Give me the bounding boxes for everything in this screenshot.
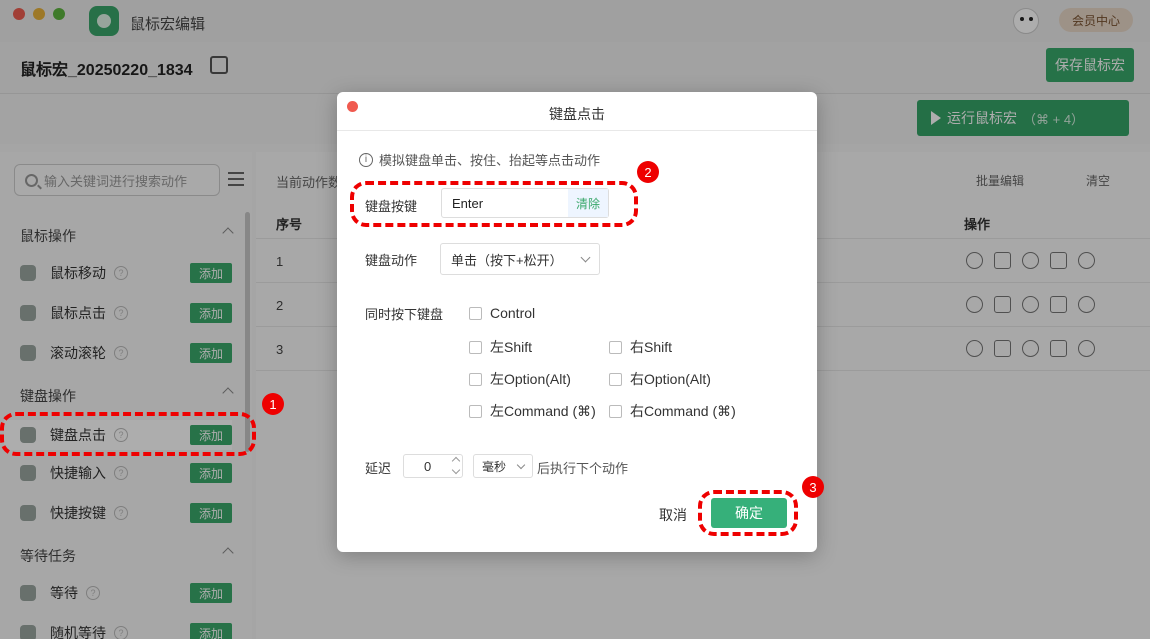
checkbox-box[interactable]: [469, 372, 482, 386]
action-select[interactable]: 单击（按下+松开）: [440, 243, 600, 275]
annotation-badge-3: 3: [802, 476, 824, 498]
checkbox-control[interactable]: Control: [469, 305, 535, 321]
chevron-down-icon: [516, 460, 526, 470]
checkbox-box[interactable]: [469, 340, 482, 354]
annotation-highlight-2: [350, 181, 638, 227]
cancel-button[interactable]: 取消: [659, 505, 687, 525]
delay-input[interactable]: 0: [403, 454, 463, 478]
checkbox-right-command[interactable]: 右Command (⌘): [609, 401, 736, 421]
dialog-hint: i 模拟键盘单击、按住、抬起等点击动作: [359, 150, 600, 169]
checkbox-right-shift[interactable]: 右Shift: [609, 337, 672, 357]
action-label: 键盘动作: [365, 253, 418, 268]
dialog-title: 键盘点击: [549, 106, 605, 122]
checkbox-left-shift[interactable]: 左Shift: [469, 337, 532, 357]
checkbox-label: Control: [490, 305, 536, 321]
checkbox-label: 右Option(Alt): [630, 371, 711, 387]
checkbox-label: 左Command (⌘): [490, 403, 596, 419]
divider: [337, 130, 817, 131]
checkbox-left-option[interactable]: 左Option(Alt): [469, 369, 571, 389]
checkbox-right-option[interactable]: 右Option(Alt): [609, 369, 711, 389]
checkbox-box[interactable]: [469, 306, 482, 320]
chevron-down-icon: [580, 252, 591, 263]
delay-suffix: 后执行下个动作: [537, 461, 629, 476]
modifiers-label: 同时按下键盘: [365, 307, 444, 322]
annotation-highlight-1: [0, 412, 256, 456]
checkbox-left-command[interactable]: 左Command (⌘): [469, 401, 596, 421]
delay-unit-select[interactable]: 毫秒: [473, 454, 533, 478]
checkbox-label: 右Command (⌘): [630, 403, 736, 419]
checkbox-label: 右Shift: [630, 339, 673, 355]
checkbox-box[interactable]: [609, 404, 622, 418]
annotation-badge-1: 1: [262, 393, 284, 415]
annotation-highlight-3: [698, 490, 798, 536]
checkbox-label: 左Shift: [490, 339, 533, 355]
stepper-up-icon[interactable]: [451, 456, 461, 466]
keyboard-click-dialog: 键盘点击 i 模拟键盘单击、按住、抬起等点击动作 键盘按键 Enter 清除 键…: [337, 92, 817, 552]
checkbox-box[interactable]: [469, 404, 482, 418]
annotation-badge-2: 2: [637, 161, 659, 183]
stepper-down-icon[interactable]: [451, 465, 461, 475]
delay-value: 0: [424, 458, 432, 474]
checkbox-box[interactable]: [609, 372, 622, 386]
delay-label: 延迟: [365, 461, 392, 476]
checkbox-label: 左Option(Alt): [490, 371, 571, 387]
action-value: 单击（按下+松开）: [451, 252, 563, 268]
info-icon: i: [359, 152, 373, 167]
hint-text: 模拟键盘单击、按住、抬起等点击动作: [379, 153, 601, 168]
checkbox-box[interactable]: [609, 340, 622, 354]
delay-unit: 毫秒: [482, 459, 507, 474]
